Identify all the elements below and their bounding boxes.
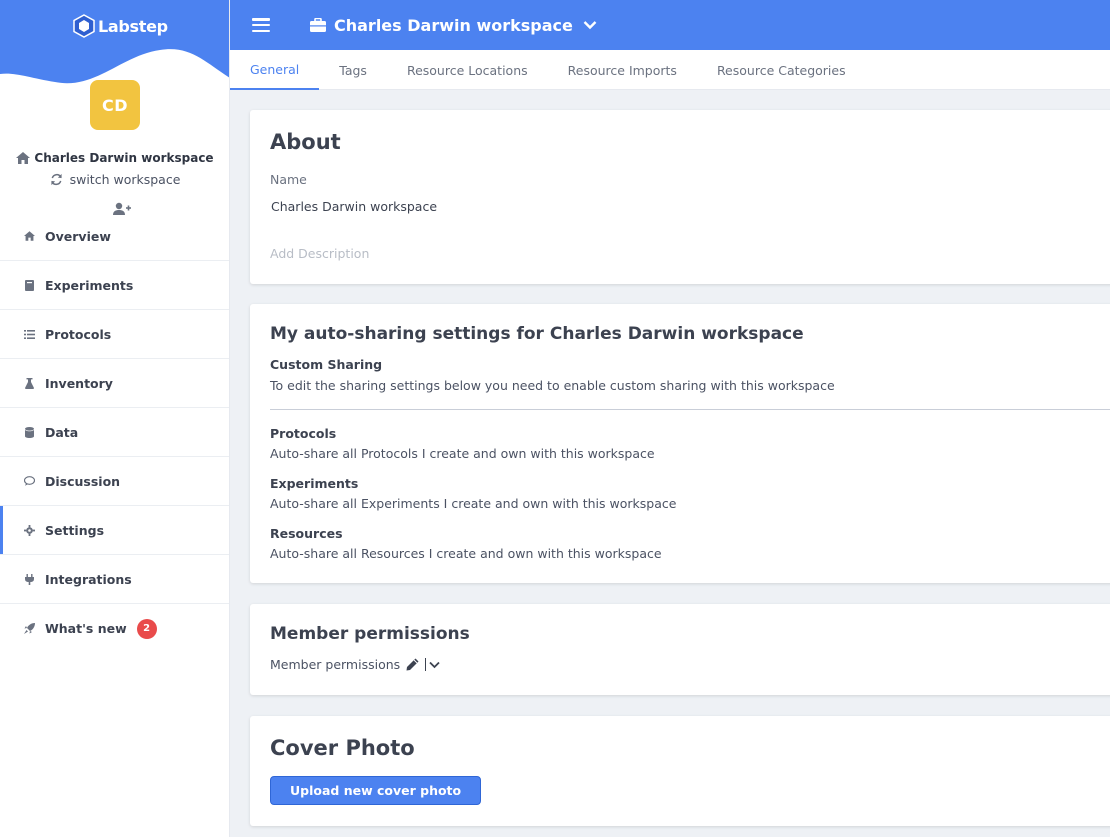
protocols-sharing-title: Protocols — [270, 426, 337, 441]
sidebar-item-label: Integrations — [45, 571, 132, 587]
about-card: About Name Charles Darwin workspace Add … — [250, 110, 1110, 284]
experiments-sharing-text: Auto-share all Experiments I create and … — [270, 496, 677, 511]
whats-new-badge: 2 — [136, 618, 157, 639]
workspace-name[interactable]: Charles Darwin workspace — [0, 151, 229, 165]
member-permissions-heading: Member permissions — [270, 624, 470, 644]
sidebar-item-discussion[interactable]: Discussion — [0, 457, 229, 506]
permissions-dropdown[interactable] — [425, 658, 440, 671]
sync-icon — [50, 173, 62, 186]
book-icon — [23, 279, 35, 291]
flask-icon — [23, 377, 35, 389]
workspace-avatar[interactable]: CD — [90, 80, 140, 130]
sidebar-item-label: What's new — [45, 621, 127, 636]
custom-sharing-text: To edit the sharing settings below you n… — [270, 378, 835, 393]
about-heading: About — [270, 130, 341, 154]
sidebar-item-label: Experiments — [45, 277, 134, 293]
resources-sharing-text: Auto-share all Resources I create and ow… — [270, 546, 662, 561]
tab-resource-imports[interactable]: Resource Imports — [548, 50, 697, 90]
top-bar: Charles Darwin workspace — [230, 0, 1110, 50]
workspace-title: Charles Darwin workspace — [334, 15, 573, 35]
sidebar-item-label: Settings — [45, 522, 105, 538]
sidebar-item-label: Discussion — [45, 473, 121, 489]
sidebar-item-settings[interactable]: Settings — [0, 506, 229, 555]
member-permissions-card: Member permissions Member permissions — [250, 604, 1110, 695]
database-icon — [23, 426, 35, 438]
sidebar-item-experiments[interactable]: Experiments — [0, 261, 229, 310]
resources-sharing-title: Resources — [270, 526, 343, 541]
dropdown-separator — [425, 658, 427, 671]
cog-icon — [23, 524, 35, 536]
tab-resource-categories[interactable]: Resource Categories — [697, 50, 866, 90]
chevron-down-icon — [583, 21, 597, 30]
pencil-icon[interactable] — [406, 658, 419, 671]
sidebar-item-data[interactable]: Data — [0, 408, 229, 457]
cover-photo-card: Cover Photo Upload new cover photo — [250, 716, 1110, 826]
list-icon — [23, 328, 35, 340]
sidebar-item-protocols[interactable]: Protocols — [0, 310, 229, 359]
home-icon — [23, 230, 35, 242]
experiments-sharing-title: Experiments — [270, 476, 359, 491]
tab-general[interactable]: General — [230, 50, 320, 90]
switch-workspace-link[interactable]: switch workspace — [0, 172, 229, 187]
sharing-divider — [270, 409, 1110, 410]
briefcase-icon — [310, 18, 326, 32]
sidebar-item-inventory[interactable]: Inventory — [0, 359, 229, 408]
workspace-switcher[interactable]: Charles Darwin workspace — [310, 16, 597, 35]
sidebar-item-label: Protocols — [45, 326, 112, 342]
switch-workspace-text: switch workspace — [69, 172, 181, 187]
chevron-down-icon — [429, 661, 440, 668]
custom-sharing-title: Custom Sharing — [270, 357, 383, 372]
labstep-logo-icon — [73, 14, 95, 38]
comment-icon — [23, 475, 35, 487]
upload-cover-photo-button[interactable]: Upload new cover photo — [270, 776, 482, 805]
settings-tabs: General Tags Resource Locations Resource… — [230, 50, 1110, 90]
sidebar-item-overview[interactable]: Overview — [0, 212, 229, 261]
name-value[interactable]: Charles Darwin workspace — [271, 199, 437, 214]
add-description-field[interactable]: Add Description — [270, 246, 369, 261]
sidebar-item-integrations[interactable]: Integrations — [0, 555, 229, 604]
sidebar: Labstep CD Charles Darwin workspace swit… — [0, 0, 230, 837]
plug-icon — [23, 573, 35, 585]
sidebar-item-label: Inventory — [45, 375, 113, 391]
rocket-icon — [23, 623, 35, 635]
sidebar-item-label: Data — [45, 424, 79, 440]
name-label: Name — [270, 172, 307, 187]
cover-photo-heading: Cover Photo — [270, 736, 415, 760]
auto-sharing-heading: My auto-sharing settings for Charles Dar… — [270, 324, 804, 344]
home-icon — [16, 152, 31, 164]
sidebar-item-whats-new[interactable]: What's new 2 — [0, 604, 229, 653]
protocols-sharing-text: Auto-share all Protocols I create and ow… — [270, 446, 655, 461]
tab-tags[interactable]: Tags — [319, 50, 387, 90]
workspace-name-text: Charles Darwin workspace — [34, 151, 214, 165]
member-permissions-row: Member permissions — [270, 657, 440, 672]
labstep-logo[interactable]: Labstep — [73, 13, 168, 39]
sidebar-nav: Overview Experiments Protocols Inventory… — [0, 212, 229, 653]
tab-resource-locations[interactable]: Resource Locations — [387, 50, 548, 90]
logo-text: Labstep — [98, 16, 168, 36]
sidebar-item-label: Overview — [45, 228, 111, 244]
hamburger-menu-icon[interactable] — [252, 18, 270, 32]
auto-sharing-card: My auto-sharing settings for Charles Dar… — [250, 304, 1110, 583]
member-permissions-label: Member permissions — [270, 657, 401, 672]
